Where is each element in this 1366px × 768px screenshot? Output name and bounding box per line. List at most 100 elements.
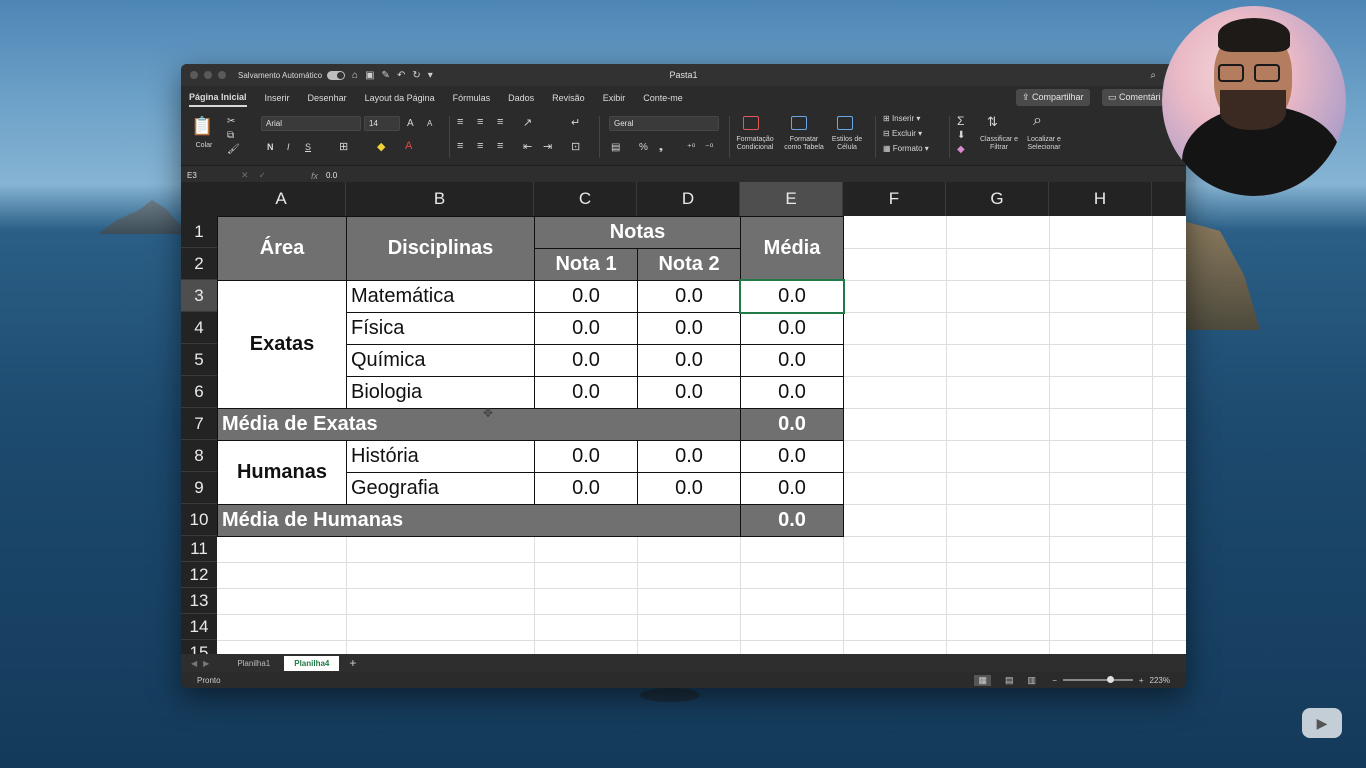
share-button[interactable]: ⇪ Compartilhar [1016, 89, 1090, 106]
column-header-a[interactable]: A [217, 182, 346, 216]
media-cell[interactable]: 0.0 [740, 280, 844, 313]
fill-color-icon[interactable]: ◆ [377, 140, 385, 153]
row-header-5[interactable]: 5 [181, 344, 217, 376]
nota1-cell[interactable]: 0.0 [534, 440, 638, 473]
cancel-icon[interactable]: ✕ [241, 170, 249, 181]
tab-revisao[interactable]: Revisão [552, 90, 585, 106]
spreadsheet-grid[interactable]: A B C D E F G H 1 2 3 4 5 6 7 8 9 10 11 … [181, 182, 1186, 654]
tab-pagina-inicial[interactable]: Página Inicial [189, 89, 247, 107]
tab-dados[interactable]: Dados [508, 90, 534, 106]
cell-styles-icon[interactable] [837, 116, 853, 130]
media-header-cell[interactable]: Média [740, 216, 844, 281]
sheet-tab-planilha1[interactable]: Planilha1 [227, 656, 280, 671]
bold-button[interactable]: N [267, 142, 274, 152]
underline-button[interactable]: S [305, 142, 311, 152]
disciplina-cell[interactable]: Física [346, 312, 535, 345]
sort-filter-icon[interactable]: ⇅ [987, 114, 998, 130]
merge-center-icon[interactable]: ⊡ [571, 140, 580, 153]
row-header-3[interactable]: 3 [181, 280, 217, 312]
nota1-cell[interactable]: 0.0 [534, 280, 638, 313]
home-icon[interactable]: ⌂ [352, 70, 358, 81]
font-color-icon[interactable]: A [405, 140, 412, 152]
next-sheet-icon[interactable]: ▶ [203, 659, 209, 668]
format-painter-icon[interactable]: 🖌 [227, 144, 240, 155]
borders-icon[interactable]: ⊞ [339, 140, 348, 153]
row-header-4[interactable]: 4 [181, 312, 217, 344]
column-header-d[interactable]: D [637, 182, 740, 216]
insert-function-button[interactable]: fx [311, 171, 318, 181]
nota2-cell[interactable]: 0.0 [637, 312, 741, 345]
format-table-icon[interactable] [791, 116, 807, 130]
nota1-header-cell[interactable]: Nota 1 [534, 248, 638, 281]
accounting-icon[interactable]: ▤ [611, 142, 620, 153]
zoom-slider[interactable] [1062, 676, 1133, 683]
undo-icon[interactable]: ↶ [397, 70, 405, 81]
nota2-cell[interactable]: 0.0 [637, 472, 741, 505]
row-header-7[interactable]: 7 [181, 408, 217, 440]
format-table-label[interactable]: Formatar como Tabela [781, 136, 827, 152]
column-header-f[interactable]: F [843, 182, 946, 216]
paste-icon[interactable]: 📋 [191, 116, 213, 137]
media-exatas-label-cell[interactable]: Média de Exatas [217, 408, 741, 441]
row-header-1[interactable]: 1 [181, 216, 217, 248]
formula-input[interactable]: 0.0 [326, 171, 337, 180]
column-header-c[interactable]: C [534, 182, 637, 216]
find-select-icon[interactable]: ⌕ [1033, 112, 1042, 130]
zoom-level[interactable]: 223% [1150, 676, 1170, 685]
page-break-view-icon[interactable]: ▥ [1027, 675, 1036, 686]
nota2-cell[interactable]: 0.0 [637, 344, 741, 377]
disciplina-cell[interactable]: História [346, 440, 535, 473]
column-header-e[interactable]: E [740, 182, 843, 216]
column-header-g[interactable]: G [946, 182, 1049, 216]
window-controls[interactable] [190, 71, 226, 79]
comments-button[interactable]: ▭ Comentári [1102, 89, 1167, 106]
nota2-cell[interactable]: 0.0 [637, 376, 741, 409]
media-exatas-value-cell[interactable]: 0.0 [740, 408, 844, 441]
delete-cells-button[interactable]: ⊟ Excluir ▾ [883, 129, 922, 138]
autosum-icon[interactable]: Σ [957, 114, 964, 128]
align-center-icon[interactable]: ≡ [477, 140, 483, 152]
row-header-9[interactable]: 9 [181, 472, 217, 504]
row-header-11[interactable]: 11 [181, 536, 217, 562]
align-left-icon[interactable]: ≡ [457, 140, 463, 152]
row-header-2[interactable]: 2 [181, 248, 217, 280]
font-size-select[interactable]: 14 [364, 116, 400, 131]
notas-header-cell[interactable]: Notas [534, 216, 741, 249]
clear-icon[interactable]: ◆ [957, 144, 965, 155]
media-cell[interactable]: 0.0 [740, 312, 844, 345]
orientation-icon[interactable]: ↗ [523, 116, 532, 129]
conditional-format-icon[interactable] [743, 116, 759, 130]
row-header-6[interactable]: 6 [181, 376, 217, 408]
increase-font-icon[interactable]: A [407, 118, 414, 129]
zoom-out-button[interactable]: − [1052, 676, 1057, 685]
align-middle-icon[interactable]: ≡ [477, 116, 483, 128]
find-select-label[interactable]: Localizar e Selecionar [1021, 136, 1067, 152]
column-header-h[interactable]: H [1049, 182, 1152, 216]
percent-icon[interactable]: % [639, 142, 648, 153]
column-header-b[interactable]: B [346, 182, 534, 216]
nota1-cell[interactable]: 0.0 [534, 472, 638, 505]
tab-conte-me[interactable]: Conte-me [643, 90, 683, 106]
autosave-toggle[interactable] [327, 70, 346, 80]
page-layout-view-icon[interactable]: ▤ [1005, 675, 1014, 686]
disciplinas-header-cell[interactable]: Disciplinas [346, 216, 535, 281]
media-humanas-label-cell[interactable]: Média de Humanas [217, 504, 741, 537]
copy-icon[interactable]: ⧉ [227, 130, 234, 141]
row-header-14[interactable]: 14 [181, 614, 217, 640]
tab-layout-da-pagina[interactable]: Layout da Página [365, 90, 435, 106]
humanas-group-cell[interactable]: Humanas [217, 440, 347, 505]
align-top-icon[interactable]: ≡ [457, 116, 463, 128]
decrease-decimal-icon[interactable]: ⁻⁰ [705, 142, 713, 153]
wrap-text-icon[interactable]: ↵ [571, 116, 580, 129]
normal-view-icon[interactable]: ▦ [974, 674, 991, 686]
media-cell[interactable]: 0.0 [740, 440, 844, 473]
nota2-cell[interactable]: 0.0 [637, 440, 741, 473]
row-header-8[interactable]: 8 [181, 440, 217, 472]
increase-indent-icon[interactable]: ⇥ [543, 140, 552, 153]
disciplina-cell[interactable]: Matemática [346, 280, 535, 313]
disciplina-cell[interactable]: Geografia [346, 472, 535, 505]
tab-desenhar[interactable]: Desenhar [308, 90, 347, 106]
sheet-tab-planilha4[interactable]: Planilha4 [284, 655, 340, 671]
zoom-window-button[interactable] [218, 71, 226, 79]
media-humanas-value-cell[interactable]: 0.0 [740, 504, 844, 537]
